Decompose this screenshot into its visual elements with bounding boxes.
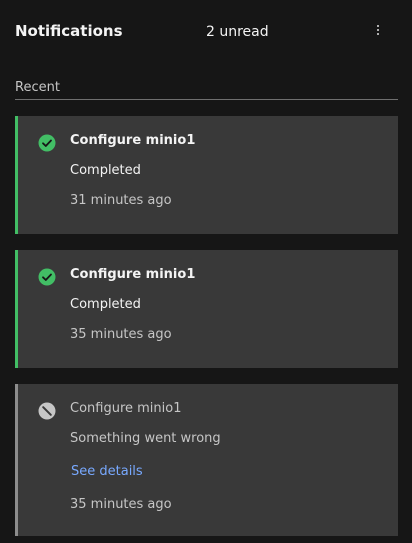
overflow-menu-icon[interactable] (370, 20, 386, 40)
notification-title: Configure minio1 (70, 267, 196, 282)
notifications-header: Notifications 2 unread (0, 0, 412, 64)
notification-title: Configure minio1 (70, 133, 196, 148)
notification-card[interactable]: Configure minio1 Completed 35 minutes ag… (15, 250, 398, 368)
panel-title: Notifications (15, 22, 123, 40)
blocked-icon (38, 402, 56, 420)
notification-time: 31 minutes ago (70, 193, 172, 208)
unread-count: 2 unread (206, 24, 269, 40)
notification-status: Completed (70, 297, 141, 312)
see-details-link[interactable]: See details (71, 463, 143, 481)
notification-card[interactable]: Configure minio1 Completed 31 minutes ag… (15, 116, 398, 234)
checkmark-filled-icon (38, 268, 56, 286)
notification-time: 35 minutes ago (70, 497, 172, 512)
notification-title: Configure minio1 (70, 401, 182, 416)
notification-status: Something went wrong (70, 431, 221, 446)
checkmark-filled-icon (38, 134, 56, 152)
notification-time: 35 minutes ago (70, 327, 172, 342)
notification-status: Completed (70, 163, 141, 178)
section-label-recent: Recent (15, 80, 60, 95)
section-divider (15, 99, 398, 100)
notification-card[interactable]: Configure minio1 Something went wrong Se… (15, 384, 398, 536)
